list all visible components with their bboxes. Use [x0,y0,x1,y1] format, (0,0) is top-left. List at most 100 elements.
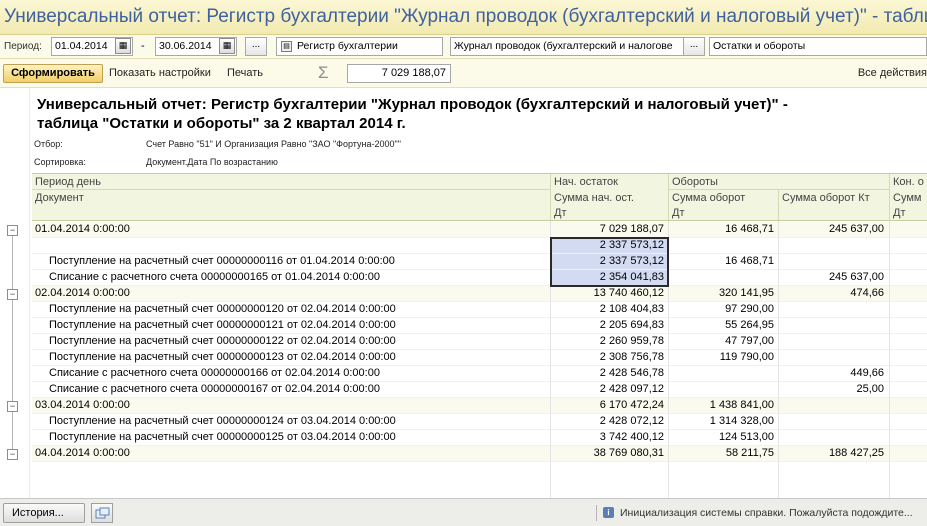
row-document: Поступление на расчетный счет 0000000012… [49,303,396,315]
sort-label: Сортировка: [34,157,86,167]
row-document: Поступление на расчетный счет 0000000012… [49,415,396,427]
row-opening-balance: 2 308 756,78 [599,351,664,363]
row-turnover-dt: 1 438 841,00 [709,399,774,411]
row-turnover-dt: 124 513,00 [718,431,774,443]
row-turnover-dt: 16 468,71 [725,223,774,235]
row-turnover-dt: 97 290,00 [725,303,774,315]
row-opening-balance: 2 337 573,12 [551,238,667,253]
report-area[interactable]: − − − − Универсальный отчет: Регистр бух… [0,88,927,498]
windows-button[interactable] [91,503,113,523]
register-name-select-button[interactable]: ... [683,37,705,56]
window-title: Универсальный отчет: Регистр бухгалтерии… [4,6,927,27]
all-actions-button[interactable]: Все действия [858,67,927,79]
row-turnover-kt: 245 637,00 [828,271,884,283]
row-opening-balance: 38 769 080,31 [593,447,664,459]
row-opening-balance: 2 428 097,12 [599,383,664,395]
row-document: Списание с расчетного счета 00000000166 … [49,367,380,379]
table-row[interactable]: 2 337 573,12 [32,238,927,254]
table-row[interactable]: Поступление на расчетный счет 0000000012… [32,350,927,366]
header-divider [889,174,890,220]
history-button[interactable]: История... [3,503,85,523]
header-closing-dt: Дт [893,207,906,219]
row-document: Списание с расчетного счета 00000000165 … [49,271,380,283]
row-turnover-dt: 58 211,75 [725,447,774,459]
row-turnover-dt: 47 797,00 [725,335,774,347]
sum-field: 7 029 188,07 [347,64,451,83]
table-row[interactable]: Списание с расчетного счета 00000000166 … [32,366,927,382]
collapse-toggle-icon[interactable]: − [7,225,18,236]
row-opening-balance: 6 170 472,24 [599,399,664,411]
group-row[interactable]: 04.04.2014 0:00:00 38 769 080,31 58 211,75… [32,446,927,462]
header-divider [668,189,889,190]
period-select-button[interactable]: ... [245,37,267,56]
status-separator [596,505,597,521]
report-kind-field[interactable]: Остатки и обороты [709,37,927,56]
register-type-field[interactable]: ▤ Регистр бухгалтерии [276,37,443,56]
row-document: 04.04.2014 0:00:00 [35,447,130,459]
row-document: Поступление на расчетный счет 0000000012… [49,319,396,331]
calendar-from-icon[interactable]: ▦ [115,38,131,54]
sort-value: Документ.Дата По возрастанию [146,157,278,167]
sigma-icon: Σ [318,63,329,82]
table-row[interactable]: Поступление на расчетный счет 0000000012… [32,414,927,430]
grouping-gutter: − − − − [0,88,30,498]
row-document: Поступление на расчетный счет 0000000012… [49,431,396,443]
row-opening-balance: 3 742 400,12 [599,431,664,443]
table-header: Период день Документ Нач. остаток Сумма … [32,173,927,221]
row-opening-balance: 7 029 188,07 [599,223,664,235]
row-turnover-dt: 1 314 328,00 [709,415,774,427]
row-document: 01.04.2014 0:00:00 [35,223,130,235]
show-settings-button[interactable]: Показать настройки [109,67,211,79]
table-row[interactable]: Списание с расчетного счета 00000000167 … [32,382,927,398]
row-opening-balance: 2 205 694,83 [599,319,664,331]
row-opening-balance: 13 740 460,12 [593,287,664,299]
calendar-to-icon[interactable]: ▦ [219,38,235,54]
collapse-toggle-icon[interactable]: − [7,449,18,460]
row-document: 03.04.2014 0:00:00 [35,399,130,411]
table-row[interactable]: Поступление на расчетный счет 0000000011… [32,254,927,270]
row-turnover-kt: 474,66 [850,287,884,299]
row-document: Поступление на расчетный счет 0000000012… [49,335,396,347]
table-row[interactable]: Поступление на расчетный счет 0000000012… [32,334,927,350]
status-bar: История... i Инициализация системы справ… [0,498,927,526]
row-document: Списание с расчетного счета 00000000167 … [49,383,380,395]
header-opening-sum: Сумма нач. ост. [554,192,634,204]
print-button[interactable]: Печать [227,67,263,79]
header-opening: Нач. остаток [554,176,618,188]
row-turnover-kt: 245 637,00 [828,223,884,235]
header-turnover-kt: Сумма оборот Кт [782,192,870,204]
table-row[interactable]: Поступление на расчетный счет 0000000012… [32,430,927,446]
collapse-toggle-icon[interactable]: − [7,289,18,300]
generate-button[interactable]: Сформировать [3,64,103,83]
filter-value: Счет Равно "51" И Организация Равно "ЗАО… [146,139,401,149]
header-divider [550,174,551,220]
register-name-field[interactable]: Журнал проводок (бухгалтерский и налогов… [450,37,702,56]
table-row[interactable]: Поступление на расчетный счет 0000000012… [32,302,927,318]
info-icon: i [603,507,614,518]
register-type-value: Регистр бухгалтерии [297,40,398,52]
column-divider [668,221,669,498]
header-divider [668,174,669,220]
row-turnover-dt: 55 264,95 [725,319,774,331]
table-row[interactable]: Поступление на расчетный счет 0000000012… [32,318,927,334]
row-opening-balance: 2 354 041,83 [551,270,667,285]
group-row[interactable]: 03.04.2014 0:00:00 6 170 472,24 1 438 841,… [32,398,927,414]
status-message: Инициализация системы справки. Пожалуйст… [620,507,913,519]
group-row[interactable]: 01.04.2014 0:00:00 7 029 188,07 16 468,71 2… [32,222,927,238]
toolbar: Сформировать Показать настройки Печать Σ… [0,59,927,88]
row-opening-balance: 2 337 573,12 [551,254,667,269]
header-closing: Кон. о [893,176,924,188]
row-turnover-kt: 25,00 [856,383,884,395]
header-divider [778,190,779,220]
collapse-toggle-icon[interactable]: − [7,401,18,412]
column-divider [550,221,551,498]
header-divider [32,189,550,190]
row-document: Поступление на расчетный счет 0000000011… [49,255,395,267]
row-opening-balance: 2 260 959,78 [599,335,664,347]
row-turnover-dt: 16 468,71 [725,255,774,267]
group-row[interactable]: 02.04.2014 0:00:00 13 740 460,12 320 141,9… [32,286,927,302]
register-type-icon: ▤ [281,41,292,52]
header-turnover-dt-sub: Дт [672,207,685,219]
row-turnover-kt: 449,66 [850,367,884,379]
table-row[interactable]: Списание с расчетного счета 00000000165 … [32,270,927,286]
